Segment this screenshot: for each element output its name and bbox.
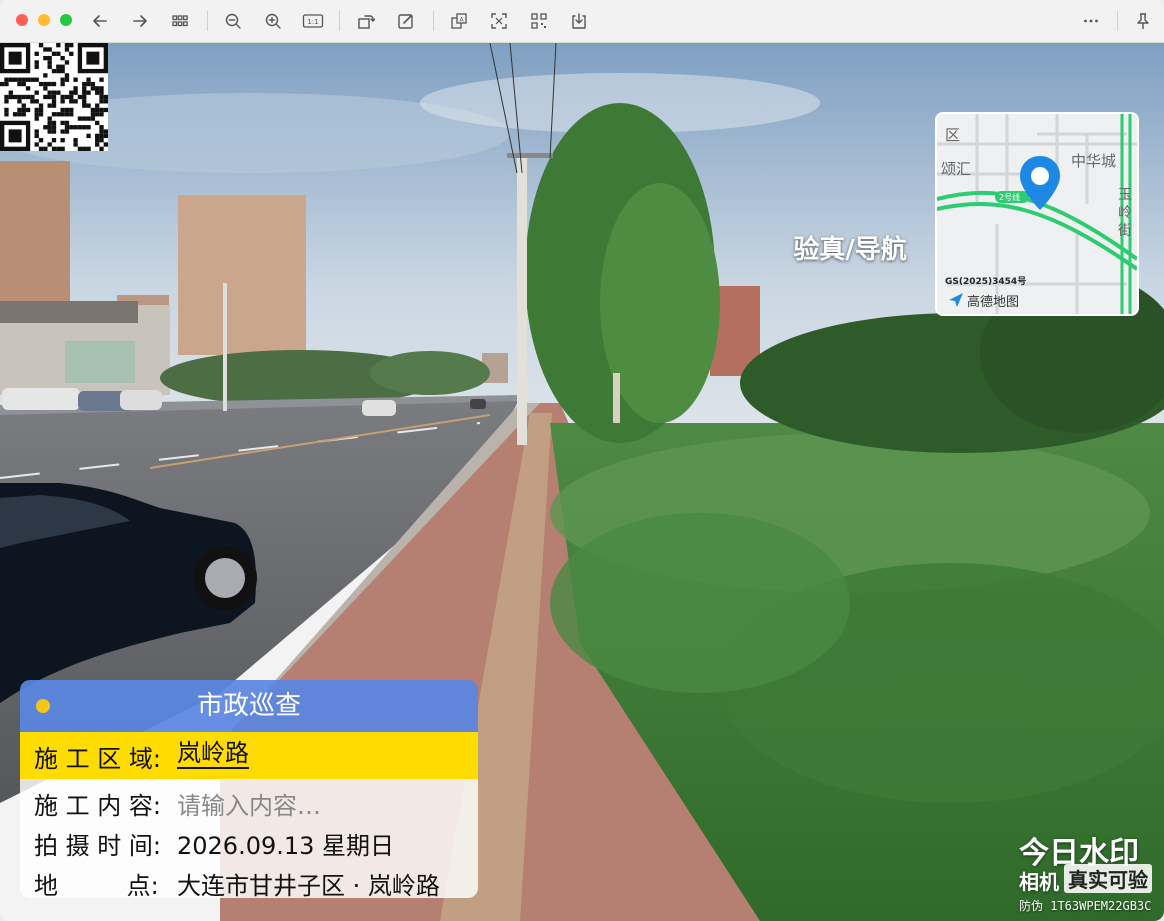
anti-fake-code: 防伪 1T63WPEM22GB3C xyxy=(1019,899,1152,913)
translate-icon[interactable]: A xyxy=(447,9,471,33)
map-label-street-3: 街 xyxy=(1118,223,1132,239)
toolbar-divider xyxy=(1117,11,1118,31)
qr-code-icon[interactable] xyxy=(527,9,551,33)
rotate-icon[interactable] xyxy=(354,9,378,33)
map-brand: 高德地图 xyxy=(967,295,1020,310)
map-label-zhonghuacheng: 中华城 xyxy=(1071,152,1117,170)
grid-view-icon[interactable] xyxy=(168,9,192,33)
more-icon[interactable] xyxy=(1079,9,1103,33)
area-value[interactable]: 岚岭路 xyxy=(177,739,249,769)
location-map[interactable]: 区 颂汇 中华城 玉 岭 街 2号线 GS(2025)3454号 高德地图 xyxy=(935,112,1139,316)
time-value: 2026.09.13 星期日 xyxy=(177,832,395,860)
close-window-button[interactable] xyxy=(16,14,28,26)
amap-logo-icon xyxy=(949,293,963,307)
content-label: 施 工 内 容: xyxy=(34,792,161,820)
qr-code[interactable] xyxy=(0,43,108,151)
actual-size-icon[interactable]: 1:1 xyxy=(301,9,325,33)
crop-icon[interactable] xyxy=(487,9,511,33)
zoom-in-icon[interactable] xyxy=(261,9,285,33)
map-label-street-2: 岭 xyxy=(1118,205,1132,221)
toolbar-divider xyxy=(433,11,434,31)
maximize-window-button[interactable] xyxy=(60,14,72,26)
toolbar-divider xyxy=(207,11,208,31)
markup-icon[interactable] xyxy=(394,9,418,33)
location-label: 地 点: xyxy=(34,872,159,898)
back-arrow-icon[interactable] xyxy=(88,9,112,33)
brand-verify-badge: 真实可验 xyxy=(1064,864,1152,893)
minimize-window-button[interactable] xyxy=(38,14,50,26)
forward-arrow-icon[interactable] xyxy=(128,9,152,33)
street-photo: 验真/导航 区 颂汇 中华城 玉 岭 街 2号线 GS(2025)3454号 高… xyxy=(0,43,1164,921)
content-input[interactable]: 请输入内容… xyxy=(177,786,321,821)
map-label-poi: 颂汇 xyxy=(941,160,972,178)
image-viewer-window: 1:1 A 验真/导航 区 颂汇 中华城 玉 岭 街 2号线 GS(2025)3… xyxy=(0,0,1164,921)
map-label-district: 区 xyxy=(945,126,961,144)
zoom-out-icon[interactable] xyxy=(221,9,245,33)
area-label: 施 工 区 域: xyxy=(34,745,161,773)
location-value: 大连市甘井子区 · 岚岭路 xyxy=(177,872,440,898)
location-pin-icon xyxy=(1020,156,1060,210)
time-label: 拍 摄 时 间: xyxy=(34,832,161,860)
pin-icon[interactable] xyxy=(1131,9,1155,33)
inspection-panel: 市政巡查 施 工 区 域: 岚岭路 施 工 内 容: 请输入内容… 拍 摄 时 … xyxy=(20,680,478,898)
brand-camera: 相机 xyxy=(1019,870,1059,894)
download-icon[interactable] xyxy=(567,9,591,33)
map-label-street-1: 玉 xyxy=(1118,187,1132,203)
actual-size-label: 1:1 xyxy=(307,18,318,26)
qr-verify-label: 验真/导航 xyxy=(793,235,907,265)
map-license: GS(2025)3454号 xyxy=(945,277,1027,287)
toolbar: 1:1 A xyxy=(0,0,1164,43)
panel-title: 市政巡查 xyxy=(196,691,301,721)
toolbar-divider xyxy=(339,11,340,31)
